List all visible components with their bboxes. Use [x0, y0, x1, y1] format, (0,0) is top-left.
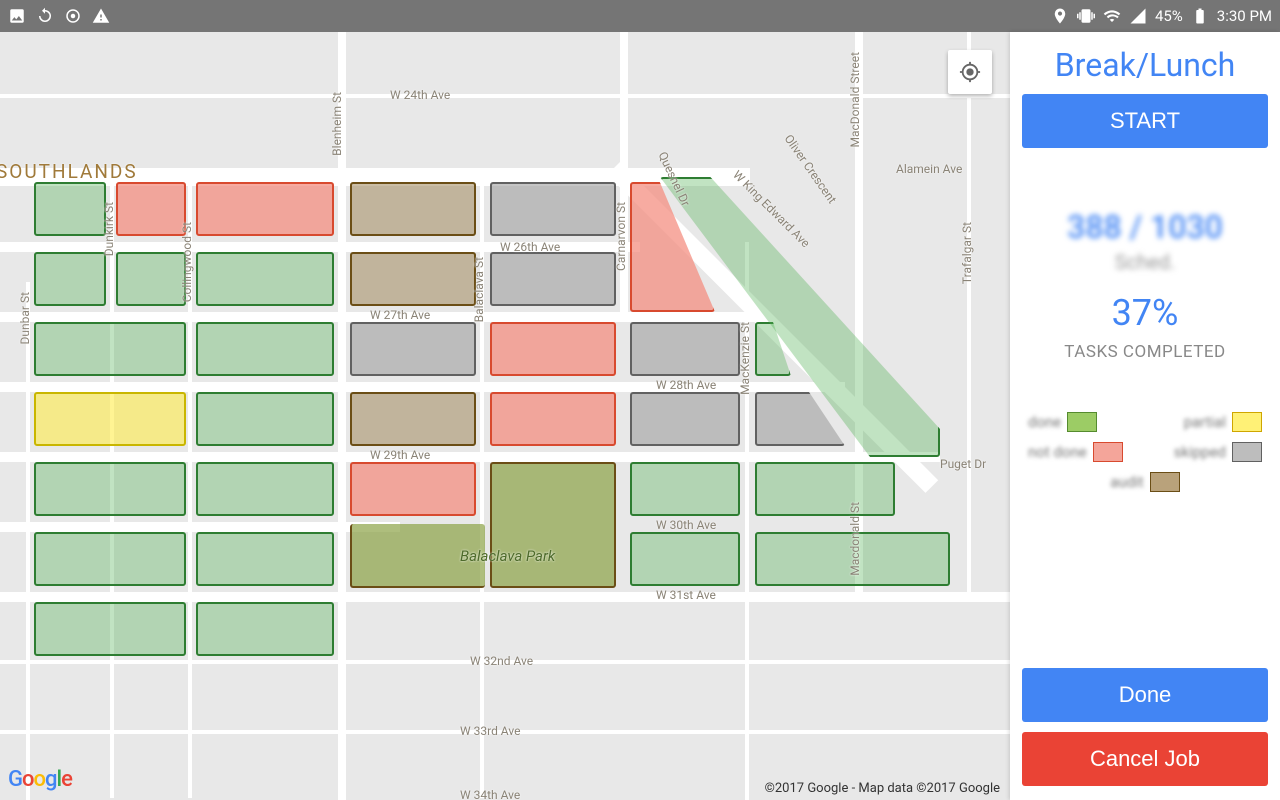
park-label: Balaclava Park: [460, 547, 555, 565]
park-parcel[interactable]: [490, 462, 616, 588]
start-button[interactable]: START: [1022, 94, 1268, 148]
done-button[interactable]: Done: [1022, 668, 1268, 722]
stats-block: 388 / 1030 Sched. 37%: [1022, 208, 1268, 334]
parcel[interactable]: [350, 322, 476, 376]
parcel[interactable]: [196, 182, 334, 236]
percent-complete: 37%: [1022, 292, 1268, 334]
street-label: W 32nd Ave: [470, 654, 533, 668]
street-label: Macdonald St: [848, 502, 862, 576]
parcel[interactable]: [490, 392, 616, 446]
cancel-job-button[interactable]: Cancel Job: [1022, 732, 1268, 786]
image-icon: [8, 7, 26, 25]
region-label: SOUTHLANDS: [0, 160, 138, 183]
parcel[interactable]: [196, 252, 334, 306]
street-label: MacKenzie St: [738, 322, 752, 395]
street-label: Alamein Ave: [896, 162, 962, 176]
street-label: Blenheim St: [330, 92, 344, 156]
parcel[interactable]: [630, 462, 740, 516]
street-label: W 27th Ave: [370, 308, 430, 322]
parcel[interactable]: [34, 602, 186, 656]
parcel[interactable]: [350, 252, 476, 306]
street-label: Balaclava St: [472, 257, 486, 322]
parcel[interactable]: [116, 252, 186, 306]
sync-icon: [36, 7, 54, 25]
sidebar: Break/Lunch START 388 / 1030 Sched. 37% …: [1010, 32, 1280, 800]
legend-swatch-salmon: [1093, 442, 1123, 462]
parcel[interactable]: [196, 532, 334, 586]
target-icon: [64, 7, 82, 25]
street-label: W 24th Ave: [390, 88, 450, 102]
parcel[interactable]: [34, 392, 186, 446]
street-label: Dunkirk St: [102, 202, 116, 256]
parcel[interactable]: [34, 322, 186, 376]
parcel[interactable]: [350, 182, 476, 236]
sched-label: Sched.: [1022, 250, 1268, 274]
street-label: Collingwood St: [180, 222, 194, 302]
parcel[interactable]: [34, 462, 186, 516]
map-canvas[interactable]: SOUTHLANDS Balaclava Park W 24th Ave W 2…: [0, 32, 1010, 800]
battery-pct: 45%: [1155, 7, 1183, 25]
parcel[interactable]: [490, 182, 616, 236]
clock-text: 3:30 PM: [1217, 7, 1272, 25]
street-label: W 30th Ave: [656, 518, 716, 532]
street-label: Carnarvon St: [614, 202, 628, 271]
parcel[interactable]: [490, 322, 616, 376]
parcel[interactable]: [116, 182, 186, 236]
parcel[interactable]: [755, 462, 895, 516]
street-label: MacDonald Street: [848, 52, 862, 147]
legend-swatch-grey: [1232, 442, 1262, 462]
android-statusbar: 45% 3:30 PM: [0, 0, 1280, 32]
vibrate-icon: [1077, 7, 1095, 25]
page-title: Break/Lunch: [1022, 46, 1268, 84]
street-label: W 33rd Ave: [460, 724, 520, 738]
parcel[interactable]: [490, 252, 616, 306]
parcel[interactable]: [350, 392, 476, 446]
parcel[interactable]: [196, 322, 334, 376]
street-label: W 29th Ave: [370, 448, 430, 462]
warning-icon: [92, 7, 110, 25]
parcel[interactable]: [34, 532, 186, 586]
battery-icon: [1191, 7, 1209, 25]
street-label: W 31st Ave: [656, 588, 716, 602]
parcel[interactable]: [630, 532, 740, 586]
map-attribution: ©2017 Google - Map data ©2017 Google: [761, 781, 1004, 796]
task-counts: 388 / 1030: [1022, 208, 1268, 246]
google-logo: Google: [8, 767, 72, 792]
parcel[interactable]: [350, 462, 476, 516]
location-icon: [1051, 7, 1069, 25]
street-label: Dunbar St: [18, 292, 32, 344]
legend: done partial not done skipped audit: [1022, 412, 1268, 502]
tasks-completed-label: TASKS COMPLETED: [1022, 342, 1268, 362]
street-label: Puget Dr: [940, 457, 986, 471]
parcel[interactable]: [630, 322, 740, 376]
parcel[interactable]: [34, 252, 106, 306]
parcel[interactable]: [196, 392, 334, 446]
my-location-button[interactable]: [948, 50, 992, 94]
parcel[interactable]: [34, 182, 106, 236]
street-label: Trafalgar St: [960, 222, 974, 284]
street-label: W 28th Ave: [656, 378, 716, 392]
street-label: W 26th Ave: [500, 240, 560, 254]
wifi-icon: [1103, 7, 1121, 25]
legend-swatch-brown: [1150, 472, 1180, 492]
street-label: W 34th Ave: [460, 788, 520, 800]
parcel[interactable]: [630, 392, 740, 446]
legend-swatch-green: [1067, 412, 1097, 432]
parcel[interactable]: [196, 462, 334, 516]
legend-swatch-yellow: [1232, 412, 1262, 432]
parcel[interactable]: [196, 602, 334, 656]
signal-icon: [1129, 7, 1147, 25]
